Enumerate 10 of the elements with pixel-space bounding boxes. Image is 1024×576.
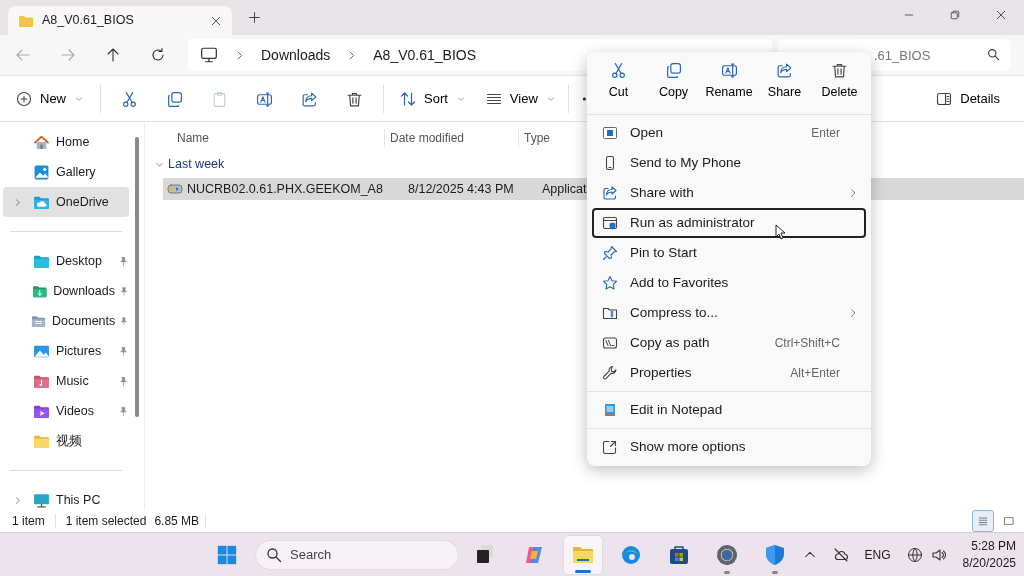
item-count: 1 item xyxy=(12,513,45,530)
shortcut-text: Alt+Enter xyxy=(790,365,840,382)
shortcut-text: Enter xyxy=(811,125,840,142)
shortcut-text: Ctrl+Shift+C xyxy=(774,335,840,352)
date-cell: 8/12/2025 4:43 PM xyxy=(408,181,514,196)
selection-size: 6.85 MB xyxy=(154,513,200,530)
search-placeholder: Search xyxy=(290,545,332,564)
selection-info: 1 item selected xyxy=(65,513,147,530)
type-cell: Applicat xyxy=(542,181,587,196)
file-name: NUCRB02.0.61.PHX.GEEKOM_A8 xyxy=(187,180,383,198)
